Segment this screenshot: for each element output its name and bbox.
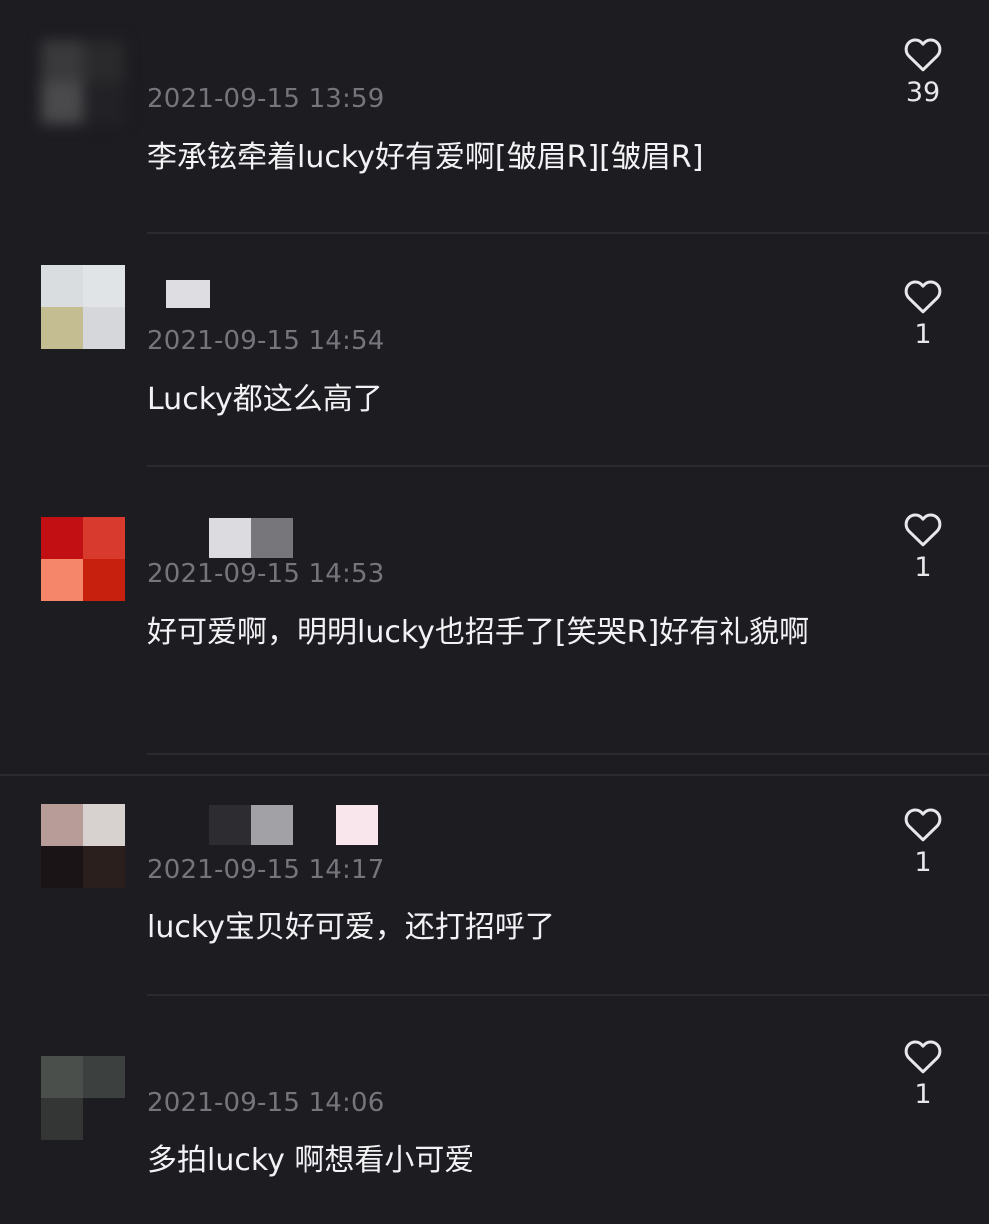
like-button[interactable]: 1 bbox=[890, 1037, 956, 1110]
avatar[interactable] bbox=[41, 1056, 125, 1140]
comment-divider bbox=[147, 232, 989, 234]
like-button[interactable]: 1 bbox=[890, 510, 956, 583]
avatar[interactable] bbox=[41, 40, 125, 124]
like-count: 1 bbox=[914, 847, 932, 878]
comment-timestamp: 2021-09-15 14:54 bbox=[147, 326, 385, 356]
comment-timestamp: 2021-09-15 14:06 bbox=[147, 1088, 385, 1118]
like-count: 1 bbox=[914, 319, 932, 350]
like-count: 39 bbox=[905, 77, 941, 108]
comment-list: 2021-09-15 13:59 李承铉牵着lucky好有爱啊[皱眉R][皱眉R]… bbox=[0, 0, 989, 1224]
like-button[interactable]: 1 bbox=[890, 277, 956, 350]
avatar[interactable] bbox=[41, 517, 125, 601]
heart-outline-icon[interactable] bbox=[890, 1037, 956, 1075]
like-button[interactable]: 39 bbox=[890, 35, 956, 108]
like-count: 1 bbox=[914, 552, 932, 583]
comment-timestamp: 2021-09-15 13:59 bbox=[147, 84, 385, 114]
comment-text: 多拍lucky 啊想看小可爱 bbox=[147, 1143, 475, 1178]
avatar[interactable] bbox=[41, 804, 125, 888]
heart-outline-icon[interactable] bbox=[890, 805, 956, 843]
comment-text: lucky宝贝好可爱，还打招呼了 bbox=[147, 910, 555, 945]
comment-divider bbox=[147, 465, 989, 467]
heart-outline-icon[interactable] bbox=[890, 510, 956, 548]
comment-text: 好可爱啊，明明lucky也招手了[笑哭R]好有礼貌啊 bbox=[147, 615, 810, 650]
avatar[interactable] bbox=[41, 265, 125, 349]
comment-timestamp: 2021-09-15 14:53 bbox=[147, 559, 385, 589]
comment-divider bbox=[147, 994, 989, 996]
heart-outline-icon[interactable] bbox=[890, 35, 956, 73]
comment-text: 李承铉牵着lucky好有爱啊[皱眉R][皱眉R] bbox=[147, 140, 704, 175]
section-divider bbox=[0, 774, 989, 776]
heart-outline-icon[interactable] bbox=[890, 277, 956, 315]
comment-divider bbox=[147, 753, 989, 755]
like-count: 1 bbox=[914, 1079, 932, 1110]
comment-timestamp: 2021-09-15 14:17 bbox=[147, 855, 385, 885]
like-button[interactable]: 1 bbox=[890, 805, 956, 878]
comment-text: Lucky都这么高了 bbox=[147, 382, 383, 417]
